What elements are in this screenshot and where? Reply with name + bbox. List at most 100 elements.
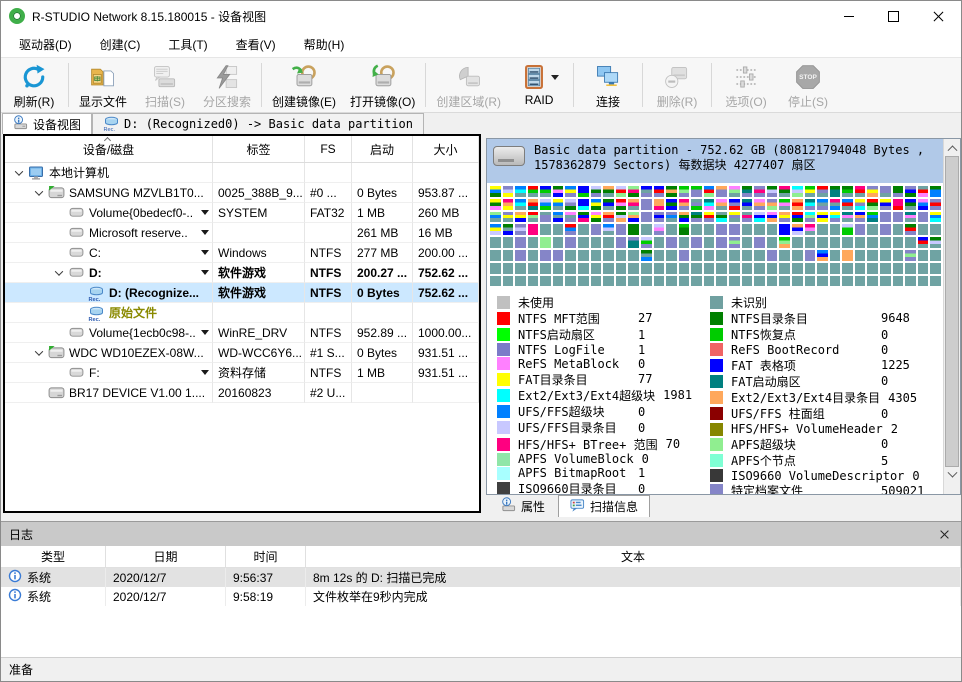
tree-row[interactable]: F:资料存储NTFS1 MB931.51 ... bbox=[5, 363, 479, 383]
info-icon bbox=[8, 569, 22, 586]
tab-scan-info[interactable]: 扫描信息 bbox=[558, 495, 650, 517]
device-dropdown-caret[interactable] bbox=[201, 250, 209, 255]
show-files-button[interactable]: 显示文件 bbox=[72, 59, 134, 111]
scan-block bbox=[591, 224, 602, 235]
legend-label: UFS/FFS 柱面组 bbox=[731, 405, 873, 422]
log-close-icon[interactable] bbox=[935, 526, 953, 542]
tree-column-header[interactable]: FS bbox=[305, 136, 352, 162]
tree-row[interactable]: BR17 DEVICE V1.00 1....20160823#2 U... bbox=[5, 383, 479, 403]
scan-block bbox=[515, 276, 526, 287]
scan-block bbox=[792, 250, 803, 261]
tree-column-header[interactable]: 设备/磁盘 bbox=[5, 136, 213, 162]
expand-chevron-icon[interactable] bbox=[31, 190, 47, 196]
tab-properties[interactable]: 属性 bbox=[490, 495, 556, 517]
tree-column-header[interactable]: 启动 bbox=[352, 136, 413, 162]
scrollbar-thumb[interactable] bbox=[945, 156, 959, 467]
scan-block bbox=[654, 199, 665, 210]
tree-row[interactable]: 本地计算机 bbox=[5, 163, 479, 183]
scan-block bbox=[742, 276, 753, 287]
scrollbar-up-icon[interactable] bbox=[944, 139, 960, 156]
scan-block bbox=[767, 276, 778, 287]
refresh-button[interactable]: 刷新(R) bbox=[3, 59, 65, 111]
scan-block bbox=[490, 186, 501, 197]
scan-block bbox=[792, 237, 803, 248]
device-dropdown-caret[interactable] bbox=[201, 230, 209, 235]
legend-swatch bbox=[497, 328, 510, 341]
maximize-button[interactable] bbox=[871, 1, 916, 31]
expand-chevron-icon[interactable] bbox=[51, 270, 67, 276]
device-name: SAMSUNG MZVLB1T0... bbox=[69, 186, 204, 200]
legend-label: ISO9660目录条目 bbox=[518, 480, 630, 494]
scan-block bbox=[754, 250, 765, 261]
scan-panel-scrollbar bbox=[943, 139, 960, 494]
device-dropdown-caret[interactable] bbox=[201, 330, 209, 335]
menu-item-3[interactable]: 查看(V) bbox=[222, 31, 290, 58]
connect-button[interactable]: 连接 bbox=[577, 59, 639, 111]
scan-block bbox=[565, 276, 576, 287]
create-image-button[interactable]: 创建镜像(E) bbox=[265, 59, 343, 111]
tab-recognized[interactable]: Rec.D: (Recognized0) -> Basic data parti… bbox=[92, 113, 424, 134]
legend-swatch bbox=[710, 375, 723, 388]
legend-label: ISO9660 VolumeDescriptor bbox=[731, 469, 904, 483]
scan-block bbox=[817, 224, 828, 235]
scan-block bbox=[654, 212, 665, 223]
scan-block bbox=[855, 276, 866, 287]
tree-column-header[interactable]: 大小 bbox=[413, 136, 479, 162]
tree-row[interactable]: SAMSUNG MZVLB1T0...0025_388B_9...#0 ...0… bbox=[5, 183, 479, 203]
scan-block bbox=[805, 224, 816, 235]
scan-block bbox=[679, 224, 690, 235]
menu-item-1[interactable]: 创建(C) bbox=[86, 31, 155, 58]
log-column-header[interactable]: 时间 bbox=[226, 546, 306, 567]
device-dropdown-caret[interactable] bbox=[201, 210, 209, 215]
close-button[interactable] bbox=[916, 1, 961, 31]
scan-block bbox=[540, 276, 551, 287]
legend-swatch bbox=[710, 296, 723, 309]
tree-row[interactable]: Microsoft reserve..261 MB16 MB bbox=[5, 223, 479, 243]
scan-block bbox=[578, 237, 589, 248]
legend-count: 0 bbox=[881, 328, 888, 342]
scan-block bbox=[603, 212, 614, 223]
tree-row[interactable]: C:WindowsNTFS277 MB200.00 ... bbox=[5, 243, 479, 263]
legend-item: FAT目录条目77 bbox=[497, 371, 710, 387]
open-image-button[interactable]: 打开镜像(O) bbox=[343, 59, 422, 111]
tree-cell-device: C: bbox=[5, 243, 213, 263]
menu-item-4[interactable]: 帮助(H) bbox=[290, 31, 359, 58]
expand-chevron-icon[interactable] bbox=[31, 350, 47, 356]
scrollbar-down-icon[interactable] bbox=[944, 467, 960, 484]
scan-block bbox=[515, 224, 526, 235]
tree-row[interactable]: Volume{1ecb0c98-..WinRE_DRVNTFS952.89 ..… bbox=[5, 323, 479, 343]
menu-item-2[interactable]: 工具(T) bbox=[154, 31, 221, 58]
scan-block bbox=[616, 199, 627, 210]
expand-chevron-icon[interactable] bbox=[11, 170, 27, 176]
tree-row[interactable]: WDC WD10EZEX-08W...WD-WCC6Y6...#1 S...0 … bbox=[5, 343, 479, 363]
device-dropdown-caret[interactable] bbox=[201, 370, 209, 375]
log-column-header[interactable]: 文本 bbox=[306, 546, 961, 567]
tree-cell-boot: 1 MB bbox=[352, 203, 413, 223]
scan-block bbox=[792, 212, 803, 223]
tab-device-view[interactable]: 设备视图 bbox=[2, 113, 92, 134]
tree-row[interactable]: D:软件游戏NTFS200.27 ...752.62 ... bbox=[5, 263, 479, 283]
legend-label: 未使用 bbox=[518, 294, 630, 311]
tree-row[interactable]: Rec.原始文件 bbox=[5, 303, 479, 323]
scan-block bbox=[754, 224, 765, 235]
tree-column-header[interactable]: 标签 bbox=[213, 136, 305, 162]
tree-row[interactable]: Volume{0bedecf0-..SYSTEMFAT321 MB260 MB bbox=[5, 203, 479, 223]
tree-row[interactable]: Rec.D: (Recognize...软件游戏NTFS0 Bytes752.6… bbox=[5, 283, 479, 303]
scan-block bbox=[616, 263, 627, 274]
tree-cell-boot: 200.27 ... bbox=[352, 263, 413, 283]
raid-button[interactable]: RAID bbox=[508, 59, 570, 111]
log-column-header[interactable]: 日期 bbox=[106, 546, 226, 567]
menu-item-0[interactable]: 驱动器(D) bbox=[5, 31, 86, 58]
scan-block bbox=[578, 276, 589, 287]
minimize-button[interactable] bbox=[826, 1, 871, 31]
legend-label: UFS/FFS超级块 bbox=[518, 403, 630, 420]
device-dropdown-caret[interactable] bbox=[201, 270, 209, 275]
log-column-header[interactable]: 类型 bbox=[1, 546, 106, 567]
legend-count: 0 bbox=[881, 343, 888, 357]
log-panel: 日志 类型日期时间文本 系统2020/12/79:56:378m 12s 的 D… bbox=[1, 521, 961, 657]
log-row[interactable]: 系统2020/12/79:58:19文件枚举在9秒内完成 bbox=[1, 587, 961, 606]
tree-cell-boot: 277 MB bbox=[352, 243, 413, 263]
tree-cell-size: 16 MB bbox=[413, 223, 479, 243]
scan-block bbox=[855, 224, 866, 235]
log-row[interactable]: 系统2020/12/79:56:378m 12s 的 D: 扫描已完成 bbox=[1, 568, 961, 587]
